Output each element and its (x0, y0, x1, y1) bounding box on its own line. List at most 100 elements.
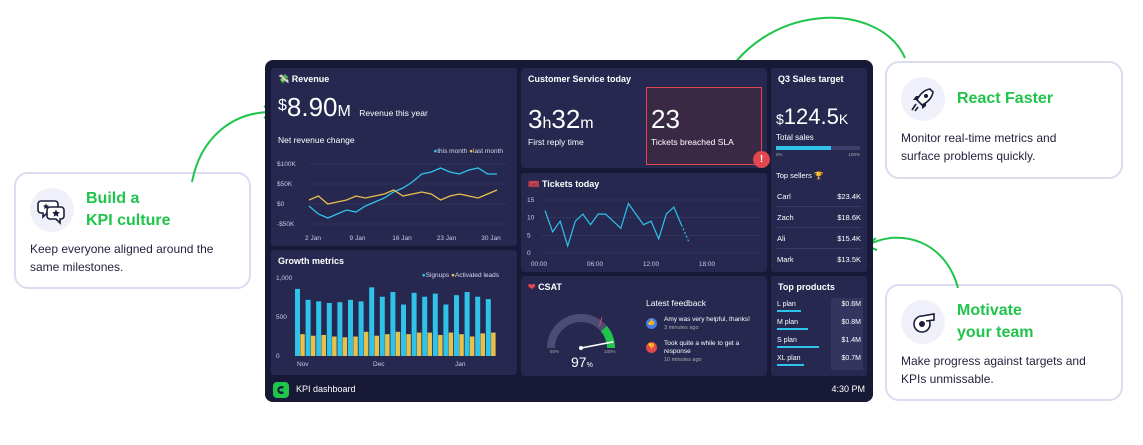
feedback-text: Amy was very helpful, thanks! (664, 316, 750, 323)
product-name: M plan (777, 319, 799, 326)
tickets-series-projection (680, 224, 690, 243)
tickets-y-tick: 10 (527, 215, 535, 222)
revenue-line-chart: $100K $50K $0 -$50K 2 Jan 9 Jan 16 Jan 23 Jan 30… (277, 161, 507, 242)
revenue-x-tick: 30 Jan (481, 235, 501, 242)
signups-bar (485, 299, 491, 356)
seller-row: Mark $13.5K (777, 249, 861, 269)
sales-currency: $ (776, 111, 784, 127)
activated-leads-bar (438, 334, 443, 356)
signups-bar (401, 304, 406, 356)
kpi-dashboard: 💸 Revenue $8.90M Revenue this year Net r… (265, 60, 873, 402)
revenue-panel: 💸 Revenue $8.90M Revenue this year Net r… (271, 68, 517, 246)
product-row: XL plan $0.7M (777, 352, 863, 370)
signups-bar (369, 287, 375, 356)
whistle-icon (901, 300, 945, 344)
activated-leads-bar (469, 336, 475, 356)
callout-react-faster: React Faster Monitor real-time metrics a… (885, 61, 1123, 179)
breached-value: 23 (651, 104, 680, 134)
activated-leads-bar (353, 336, 358, 356)
tickets-y-tick: 0 (527, 250, 531, 257)
activated-leads-bar (300, 334, 305, 356)
footer-time: 4:30 PM (831, 384, 865, 394)
activated-leads-bar (310, 335, 316, 356)
signups-bar (464, 292, 470, 356)
product-value: $1.4M (841, 337, 861, 344)
footer-title: KPI dashboard (296, 384, 356, 394)
revenue-series-line (308, 167, 497, 219)
product-value: $0.6M (841, 301, 861, 308)
revenue-x-tick: 23 Jan (437, 235, 457, 242)
activated-leads-bar (374, 335, 379, 356)
activated-leads-bar (427, 332, 432, 356)
seller-row: Zach $18.6K (777, 207, 861, 228)
activated-leads-bar (459, 334, 464, 356)
growth-y-tick: 1,000 (276, 275, 293, 282)
sales-progress-fill (776, 146, 832, 150)
callout-title-line2: KPI culture (86, 212, 171, 229)
dashboard-footer: KPI dashboard 4:30 PM (265, 378, 873, 402)
gauge-min: 50% (550, 349, 560, 354)
thumbs-up-icon: 👍 (646, 318, 657, 329)
callout-title-line2: your team (957, 324, 1034, 341)
q3-sales-panel: Q3 Sales target $124.5K Total sales 0% 1… (771, 68, 867, 272)
growth-x-tick: Dec (373, 361, 385, 368)
customer-service-panel: Customer Service today 3h32m First reply… (521, 68, 770, 168)
seller-value: $15.4K (837, 234, 861, 243)
alert-icon: ! (753, 151, 770, 168)
signups-bar (411, 292, 417, 356)
reply-label: First reply time (528, 137, 584, 147)
activated-leads-bar (321, 334, 326, 356)
signups-bar (326, 302, 332, 356)
activated-leads-bar (363, 331, 369, 356)
chat-stars-icon (30, 188, 74, 232)
callout-kpi-culture: Build a KPI culture Keep everyone aligne… (14, 172, 251, 289)
tickets-x-tick: 12:00 (643, 261, 660, 268)
sales-bar-right: 100% (848, 152, 860, 157)
activated-leads-bar (395, 331, 401, 356)
tickets-y-tick: 5 (527, 232, 531, 239)
activated-leads-bar (448, 332, 454, 356)
tickets-line-chart: 15 10 5 000:00 06:00 12:00 18:00 (527, 197, 761, 268)
seller-name: Ali (777, 234, 786, 243)
geckoboard-logo-icon (273, 382, 289, 398)
feedback-time: 3 minutes ago (664, 325, 699, 331)
sales-bar-left: 0% (776, 152, 783, 157)
feedback-title: Latest feedback (646, 298, 707, 308)
tickets-x-tick: 06:00 (587, 261, 604, 268)
revenue-x-tick: 16 Jan (392, 235, 412, 242)
tickets-y-tick: 15 (527, 197, 535, 204)
revenue-y-tick: $0 (277, 201, 285, 208)
tickets-x-tick: 18:00 (699, 261, 716, 268)
revenue-y-tick: -$50K (277, 221, 295, 228)
signups-bar (295, 288, 300, 356)
callout-desc-line2: same milestones. (30, 260, 124, 274)
signups-bar (337, 302, 343, 356)
product-row: S plan $1.4M (777, 334, 863, 352)
sales-value: 124.5 (783, 104, 839, 129)
signups-bar (422, 296, 428, 356)
signups-bar (358, 301, 364, 356)
callout-title: React Faster (957, 90, 1054, 107)
seller-name: Mark (777, 255, 794, 264)
growth-y-tick: 500 (276, 314, 287, 321)
seller-row: Ali $15.4K (777, 228, 861, 249)
signups-bar (348, 299, 353, 356)
signups-bar (432, 293, 438, 356)
feedback-text: Took quite a while to get a (664, 340, 740, 347)
callout-desc-line2: KPIs unmissable. (901, 372, 994, 386)
growth-bar-chart: 1,000 500 0 Nov Dec Jan (276, 275, 496, 368)
activated-leads-bar (491, 332, 496, 356)
signups-bar (454, 295, 459, 356)
callout-motivate: Motivate your team Make progress against… (885, 284, 1123, 401)
top-products-title: Top products (778, 282, 835, 292)
tickets-panel: 🎟 Tickets today 15 10 5 0 00:00 06:00 12:00 18:… (521, 173, 767, 272)
callout-desc-line1: Make progress against targets and (901, 354, 1086, 368)
activated-leads-bar (332, 336, 337, 356)
product-name: XL plan (777, 355, 801, 362)
rocket-icon (901, 77, 945, 121)
top-products-panel: Top products L plan $0.6M M plan $0.8M S pla… (771, 276, 867, 376)
callout-title-line1: Build a (86, 190, 140, 207)
product-share-bar (777, 346, 819, 348)
top-sellers-label: Top sellers 🏆 (776, 171, 824, 180)
q3-sales-title: Q3 Sales target (778, 74, 844, 84)
